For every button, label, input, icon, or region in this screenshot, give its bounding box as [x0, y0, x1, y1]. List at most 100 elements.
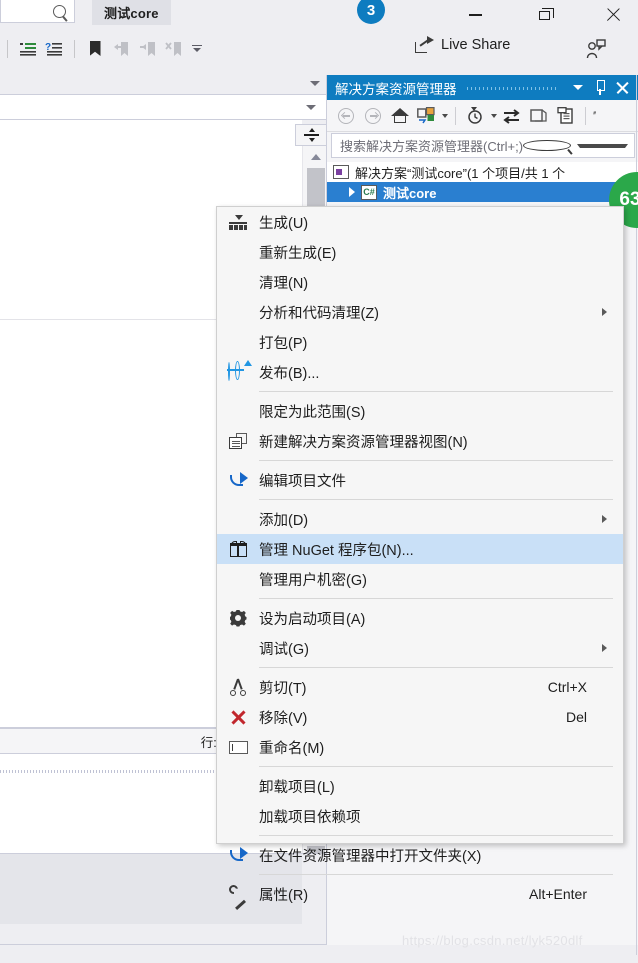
editor-navbar-member-dropdown[interactable]: [0, 94, 327, 120]
notification-badge[interactable]: 3: [357, 0, 385, 24]
watermark: https://blog.csdn.net/lyk520dlf: [402, 933, 583, 948]
pending-changes-filter-button[interactable]: [463, 103, 488, 129]
menu-separator: [259, 766, 613, 767]
chevron-down-icon[interactable]: [442, 113, 448, 118]
toggle-bookmark-icon[interactable]: [82, 37, 108, 61]
close-icon: [615, 81, 629, 95]
bookmark-query-icon[interactable]: ?: [41, 37, 67, 61]
close-panel-button[interactable]: [611, 77, 633, 99]
menu-separator: [259, 667, 613, 668]
minimize-button[interactable]: [452, 0, 498, 30]
menu-item[interactable]: 管理 NuGet 程序包(N)...: [217, 534, 623, 564]
edit-arrow-icon: [229, 472, 248, 488]
menu-item-label: 编辑项目文件: [259, 473, 346, 490]
menu-item-shortcut: Alt+Enter: [529, 886, 587, 902]
wrench-icon: [229, 885, 247, 911]
tree-node-label: 解决方案“测试core”(1 个项目/共 1 个: [355, 165, 566, 181]
menu-item-shortcut: Ctrl+X: [547, 679, 587, 695]
document-tab[interactable]: 测试core: [92, 0, 171, 25]
menu-item[interactable]: 添加(D): [217, 504, 623, 534]
live-share-row: Live Share: [330, 30, 638, 72]
menu-item[interactable]: 在文件资源管理器中打开文件夹(X): [217, 840, 623, 870]
split-horizontal-icon: [304, 128, 319, 142]
expander-triangle-icon[interactable]: [349, 187, 355, 197]
refresh-button[interactable]: [526, 103, 551, 129]
solution-tree[interactable]: 解决方案“测试core”(1 个项目/共 1 个 C# 测试core: [327, 162, 638, 202]
search-icon[interactable]: [523, 140, 571, 151]
sync-with-active-document-button[interactable]: [499, 103, 524, 129]
menu-item[interactable]: 设为启动项目(A): [217, 603, 623, 633]
menu-item[interactable]: 限定为此范围(S): [217, 396, 623, 426]
chevron-down-icon[interactable]: [310, 80, 320, 86]
menu-item-label: 在文件资源管理器中打开文件夹(X): [259, 848, 482, 865]
quick-launch-search[interactable]: [0, 0, 75, 23]
tree-node-project[interactable]: C# 测试core: [327, 182, 638, 202]
menu-item[interactable]: 重新生成(E): [217, 237, 623, 267]
panel-menu-button[interactable]: [567, 77, 589, 99]
menu-item[interactable]: 打包(P): [217, 327, 623, 357]
menu-item[interactable]: 发布(B)...: [217, 357, 623, 387]
restore-button[interactable]: [521, 0, 567, 30]
live-share-button[interactable]: Live Share: [415, 36, 510, 53]
close-button[interactable]: [590, 0, 636, 30]
send-feedback-button[interactable]: [585, 38, 607, 60]
menu-item[interactable]: 管理用户机密(G): [217, 564, 623, 594]
menu-item-label: 管理 NuGet 程序包(N)...: [259, 542, 414, 559]
globe-publish-icon-slot: [217, 360, 259, 381]
toggle-all-outlining-icon[interactable]: [15, 37, 41, 61]
tab-strip: 测试core: [0, 0, 330, 25]
panel-title: 解决方案资源管理器: [335, 81, 457, 97]
toolbar-overflow-icon[interactable]: [192, 44, 202, 53]
solution-explorer-search-input[interactable]: 搜索解决方案资源管理器(Ctrl+;): [331, 133, 635, 158]
csharp-project-icon: C#: [361, 184, 377, 200]
tree-node-solution[interactable]: 解决方案“测试core”(1 个项目/共 1 个: [327, 162, 638, 182]
chevron-down-icon[interactable]: [306, 104, 316, 110]
chevron-down-icon[interactable]: [576, 143, 628, 148]
clear-bookmarks-icon[interactable]: [160, 37, 186, 61]
menu-item[interactable]: 调试(G): [217, 633, 623, 663]
menu-item-label: 清理(N): [259, 275, 309, 292]
toolbar-divider-2: [585, 106, 586, 125]
tree-node-label: 测试core: [383, 185, 437, 201]
next-bookmark-icon[interactable]: [134, 37, 160, 61]
menu-item[interactable]: 卸载项目(L): [217, 771, 623, 801]
menu-item[interactable]: 新建解决方案资源管理器视图(N): [217, 426, 623, 456]
menu-item[interactable]: 移除(V) Del: [217, 702, 623, 732]
build-icon: [229, 214, 247, 230]
navigate-forward-button[interactable]: [360, 103, 385, 129]
menu-item[interactable]: 属性(R) Alt+Enter: [217, 879, 623, 911]
menu-item-label: 卸载项目(L): [259, 779, 335, 796]
toolbar-overflow-icon[interactable]: ′′: [593, 110, 596, 122]
pin-panel-button[interactable]: [589, 77, 611, 99]
show-all-files-button[interactable]: [553, 103, 578, 129]
menu-item[interactable]: 生成(U): [217, 207, 623, 237]
menu-item-label: 调试(G): [259, 641, 309, 658]
solution-explorer-header: 解决方案资源管理器: [327, 75, 638, 100]
home-button[interactable]: [387, 103, 412, 129]
switch-views-button[interactable]: [414, 103, 439, 129]
menu-item[interactable]: 加载项目依赖项: [217, 801, 623, 831]
menu-item-label: 添加(D): [259, 512, 309, 529]
menu-item[interactable]: 清理(N): [217, 267, 623, 297]
menu-item[interactable]: 剪切(T) Ctrl+X: [217, 672, 623, 702]
editor-navbar-upper[interactable]: [0, 72, 330, 94]
toolbar-divider-1: [7, 39, 8, 58]
menu-item-label: 发布(B)...: [259, 365, 320, 382]
project-context-menu[interactable]: 生成(U) 重新生成(E) 清理(N) 分析和代码清理(Z) 打包(P) 发布(B)...…: [216, 206, 624, 911]
menu-item[interactable]: 编辑项目文件: [217, 465, 623, 495]
chevron-down-icon[interactable]: [491, 113, 497, 118]
bookmark-toolbar: ?: [0, 25, 330, 72]
menu-item[interactable]: 重命名(M): [217, 732, 623, 762]
rename-icon: [228, 740, 248, 754]
menu-item-label: 重命名(M): [259, 740, 325, 757]
menu-item-label: 属性(R): [259, 887, 309, 904]
split-editor-button[interactable]: [295, 124, 328, 146]
navigate-back-button[interactable]: [333, 103, 358, 129]
nuget-icon: [229, 541, 247, 557]
header-drag-dots: [466, 85, 557, 90]
home-icon: [390, 108, 409, 123]
scroll-up-arrow-icon[interactable]: [311, 154, 321, 160]
menu-item[interactable]: 分析和代码清理(Z): [217, 297, 623, 327]
previous-bookmark-icon[interactable]: [108, 37, 134, 61]
new-window-view-icon-slot: [217, 433, 259, 449]
